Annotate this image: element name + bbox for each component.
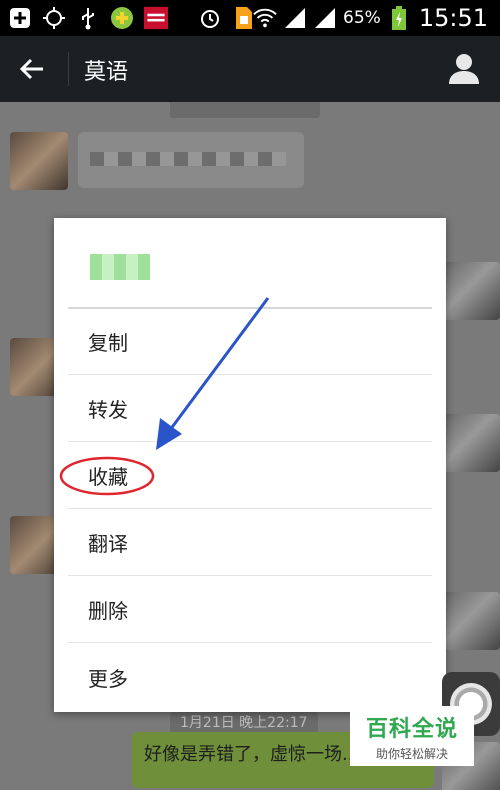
menu-item-label: 更多 [88,666,128,691]
title-divider [68,52,69,86]
my-avatar[interactable] [442,414,500,472]
my-avatar[interactable] [442,262,500,320]
person-icon [449,54,479,84]
menu-item-forward[interactable]: 转发 [68,376,432,442]
message-text: 好像是弄错了，虚惊一场... [144,744,360,765]
contact-avatar[interactable] [10,132,68,190]
gps-icon [42,6,66,30]
menu-item-label: 删除 [88,599,128,623]
status-bar: 65% 15:51 [0,0,500,36]
message-bubble[interactable] [78,132,304,188]
watermark: 百科全说 助你轻松解决 [350,706,474,766]
wifi-icon [253,6,277,30]
timestamp-top [170,102,320,118]
title-bar: 莫语 [0,36,500,102]
blurred-message [90,152,286,166]
timestamp-bottom: 1月21日 晚上22:17 [170,712,318,734]
menu-item-label: 翻译 [88,532,128,556]
app-icon [110,6,134,30]
watermark-slogan: 助你轻松解决 [375,746,448,761]
menu-item-label: 复制 [88,331,128,355]
menu-header [54,218,446,308]
menu-item-delete[interactable]: 删除 [68,577,432,643]
battery-percentage: 65% [343,8,381,28]
blurred-sender-name [90,254,150,280]
contact-info-button[interactable] [446,50,482,86]
battery-charging-icon [387,6,411,30]
menu-item-more[interactable]: 更多 [68,644,432,710]
menu-item-label: 收藏 [88,465,128,489]
menu-item-translate[interactable]: 翻译 [68,510,432,576]
signal-icon [283,6,307,30]
add-box-icon [8,6,32,30]
usb-icon [76,6,100,30]
money-locker-icon [144,6,168,30]
menu-item-copy[interactable]: 复制 [68,309,432,375]
back-button[interactable] [12,48,52,90]
message-context-menu: 复制 转发 收藏 翻译 删除 更多 [54,218,446,712]
menu-item-label: 转发 [88,398,128,422]
watermark-brand: 百科全说 [365,716,458,742]
menu-item-favorite[interactable]: 收藏 [68,443,432,509]
signal-icon [313,6,337,30]
clock: 15:51 [418,4,488,32]
alarm-icon [198,6,222,30]
back-arrow-icon [19,58,43,80]
chat-title: 莫语 [84,60,129,85]
my-avatar[interactable] [442,592,500,650]
